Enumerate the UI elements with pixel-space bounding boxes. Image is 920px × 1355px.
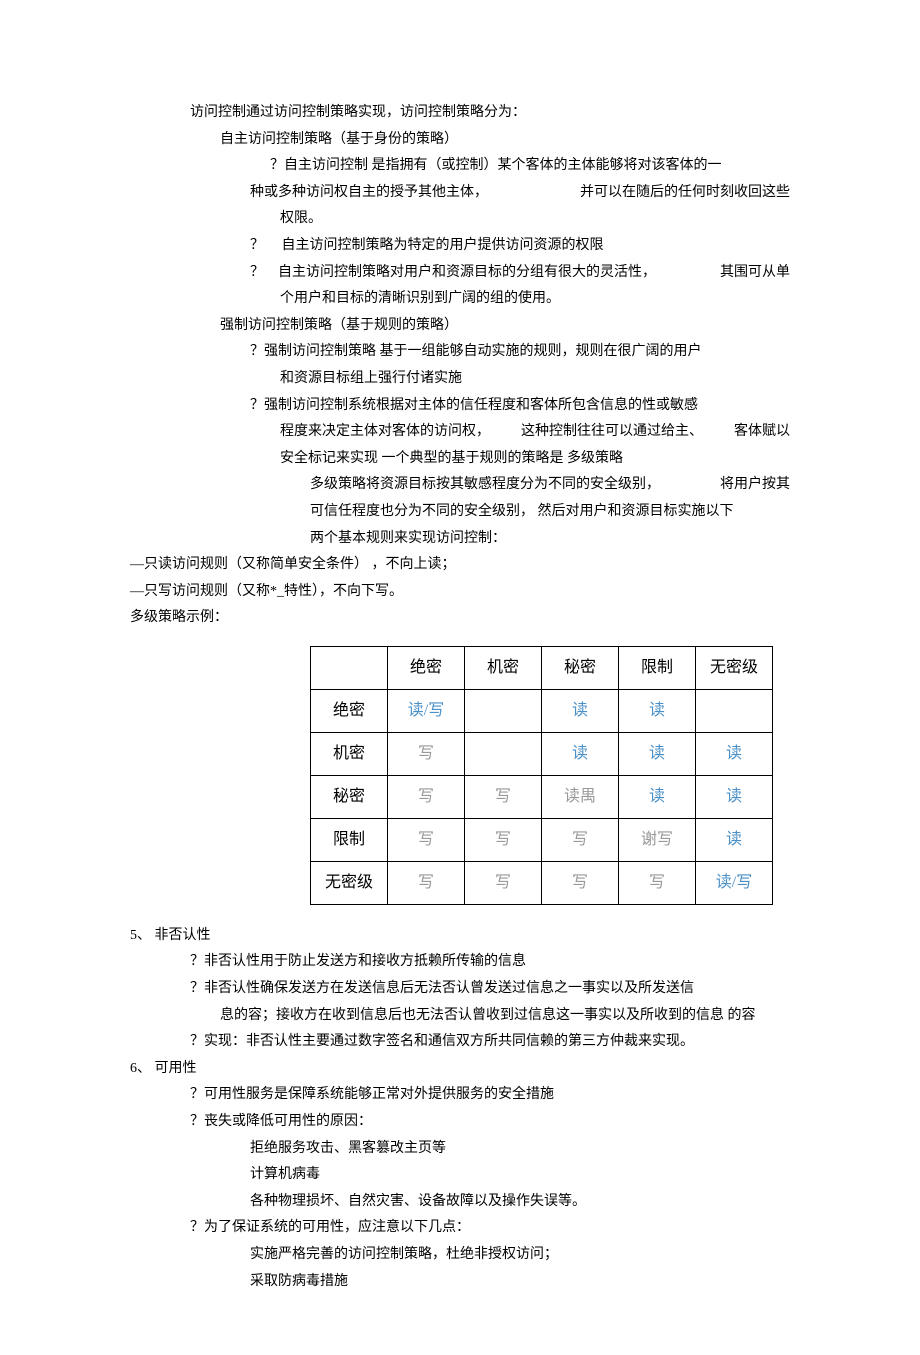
table-cell: 读 — [696, 775, 773, 818]
table-row: 绝密 机密 秘密 限制 无密级 — [311, 646, 773, 689]
table-cell — [465, 732, 542, 775]
table-cell: 绝密 — [311, 689, 388, 732]
text-line: ？强制访问控制策略 基于一组能够自动实施的规则，规则在很广阔的用户 — [250, 339, 790, 366]
text-seg: ？ 自主访问控制策略对用户和资源目标的分组有很大的灵活性， — [250, 260, 656, 287]
text-seg: 种或多种访问权自主的授予其他主体， — [250, 180, 488, 207]
table-cell: 读 — [619, 775, 696, 818]
table-cell: 读 — [619, 689, 696, 732]
table-cell: 无密级 — [311, 861, 388, 904]
text-seg: 多级策略将资源目标按其敏感程度分为不同的安全级别， — [310, 472, 660, 499]
table-row: 秘密 写 写 读禺 读 读 — [311, 775, 773, 818]
text-line: 各种物理损坏、自然灾害、设备故障以及操作失误等。 — [250, 1189, 790, 1216]
table-cell: 写 — [619, 861, 696, 904]
text-seg: 客体赋以 — [734, 419, 790, 446]
text-line: ？自主访问控制 是指拥有（或控制）某个客体的主体能够将对该客体的一 — [270, 153, 790, 180]
text-line: 采取防病毒措施 — [250, 1269, 790, 1296]
table-cell: 读 — [696, 732, 773, 775]
text-line: 访问控制通过访问控制策略实现，访问控制策略分为： — [190, 100, 790, 127]
text-line: 可信任程度也分为不同的安全级别， 然后对用户和资源目标实施以下 — [310, 499, 790, 526]
table-cell: 机密 — [465, 646, 542, 689]
text-line: ？ 自主访问控制策略对用户和资源目标的分组有很大的灵活性， 其围可从单 — [250, 260, 790, 287]
text-line: 强制访问控制策略（基于规则的策略） — [220, 313, 790, 340]
text-line: 个用户和目标的清晰识别到广阔的组的使用。 — [280, 286, 790, 313]
table-cell: 写 — [388, 732, 465, 775]
text-line: 实施严格完善的访问控制策略，杜绝非授权访问； — [250, 1242, 790, 1269]
table-cell: 读 — [696, 818, 773, 861]
table-cell: 写 — [465, 818, 542, 861]
text-line: 安全标记来实现 一个典型的基于规则的策略是 多级策略 — [280, 446, 790, 473]
table-cell: 写 — [542, 861, 619, 904]
text-line: ？非否认性确保发送方在发送信息后无法否认曾发送过信息之一事实以及所发送信 — [190, 976, 790, 1003]
text-line: ？ 自主访问控制策略为特定的用户提供访问资源的权限 — [250, 233, 790, 260]
table-cell: 读 — [542, 689, 619, 732]
text-line: 多级策略示例： — [130, 605, 790, 632]
text-line: 两个基本规则来实现访问控制： — [310, 526, 790, 553]
table-row: 机密 写 读 读 读 — [311, 732, 773, 775]
text-seg: 程度来决定主体对客体的访问权， — [280, 419, 490, 446]
text-line: 权限。 — [280, 206, 790, 233]
text-line: 和资源目标组上强行付诸实施 — [280, 366, 790, 393]
table-cell: 限制 — [311, 818, 388, 861]
text-seg: 将用户按其 — [720, 472, 790, 499]
table-cell: 写 — [542, 818, 619, 861]
table-cell: 秘密 — [542, 646, 619, 689]
text-line: ？丧失或降低可用性的原因： — [190, 1109, 790, 1136]
table-cell: 读 — [542, 732, 619, 775]
table-cell: 机密 — [311, 732, 388, 775]
table-cell — [696, 689, 773, 732]
policy-table: 绝密 机密 秘密 限制 无密级 绝密 读/写 读 读 机密 写 读 读 读 秘密… — [310, 646, 773, 905]
table-row: 绝密 读/写 读 读 — [311, 689, 773, 732]
text-line: 拒绝服务攻击、黑客篡改主页等 — [250, 1136, 790, 1163]
text-line: ？实现：非否认性主要通过数字签名和通信双方所共同信赖的第三方仲裁来实现。 — [190, 1029, 790, 1056]
table-row: 无密级 写 写 写 写 读/写 — [311, 861, 773, 904]
text-seg: 自主访问控制策略对用户和资源目标的分组有很大的灵活性， — [278, 265, 656, 280]
text-line: ？为了保证系统的可用性，应注意以下几点： — [190, 1215, 790, 1242]
text-seg: ？ — [250, 265, 264, 280]
table-cell: 写 — [388, 818, 465, 861]
table-cell: 读 — [619, 732, 696, 775]
table-cell: 写 — [465, 861, 542, 904]
table-cell — [465, 689, 542, 732]
table-cell: 读禺 — [542, 775, 619, 818]
text-line: 息的容；接收方在收到信息后也无法否认曾收到过信息这一事实以及所收到的信息 的容 — [220, 1003, 790, 1030]
text-line: —只写访问规则（又称*_特性），不向下写。 — [130, 579, 790, 606]
text-line: —只读访问规则（又称简单安全条件） ，不向上读； — [130, 552, 790, 579]
table-cell: 写 — [465, 775, 542, 818]
text-line: 计算机病毒 — [250, 1162, 790, 1189]
text-seg: 并可以在随后的任何时刻收回这些 — [580, 180, 790, 207]
text-line: ？非否认性用于防止发送方和接收方抵赖所传输的信息 — [190, 949, 790, 976]
table-row: 限制 写 写 写 谢写 读 — [311, 818, 773, 861]
section-heading: 6、 可用性 — [130, 1056, 790, 1083]
table-cell: 无密级 — [696, 646, 773, 689]
table-cell: 写 — [388, 861, 465, 904]
text-line: ？强制访问控制系统根据对主体的信任程度和客体所包含信息的性或敏感 — [250, 393, 790, 420]
text-seg: 这种控制往往可以通过给主、 — [521, 419, 703, 446]
section-heading: 5、 非否认性 — [130, 923, 790, 950]
document-body: 访问控制通过访问控制策略实现，访问控制策略分为： 自主访问控制策略（基于身份的策… — [130, 100, 790, 1295]
table-cell: 谢写 — [619, 818, 696, 861]
text-seg: 其围可从单 — [720, 260, 790, 287]
text-line: ？可用性服务是保障系统能够正常对外提供服务的安全措施 — [190, 1082, 790, 1109]
text-line: 多级策略将资源目标按其敏感程度分为不同的安全级别， 将用户按其 — [310, 472, 790, 499]
table-cell: 写 — [388, 775, 465, 818]
text-line: 种或多种访问权自主的授予其他主体， 并可以在随后的任何时刻收回这些 — [250, 180, 790, 207]
table-cell — [311, 646, 388, 689]
text-line: 自主访问控制策略（基于身份的策略） — [220, 127, 790, 154]
text-seg: ？ — [250, 238, 264, 253]
text-line: 程度来决定主体对客体的访问权， 这种控制往往可以通过给主、 客体赋以 — [280, 419, 790, 446]
text-seg: 自主访问控制策略为特定的用户提供访问资源的权限 — [282, 238, 604, 253]
table-cell: 限制 — [619, 646, 696, 689]
table-cell: 绝密 — [388, 646, 465, 689]
table-cell: 秘密 — [311, 775, 388, 818]
table-cell: 读/写 — [696, 861, 773, 904]
table-cell: 读/写 — [388, 689, 465, 732]
